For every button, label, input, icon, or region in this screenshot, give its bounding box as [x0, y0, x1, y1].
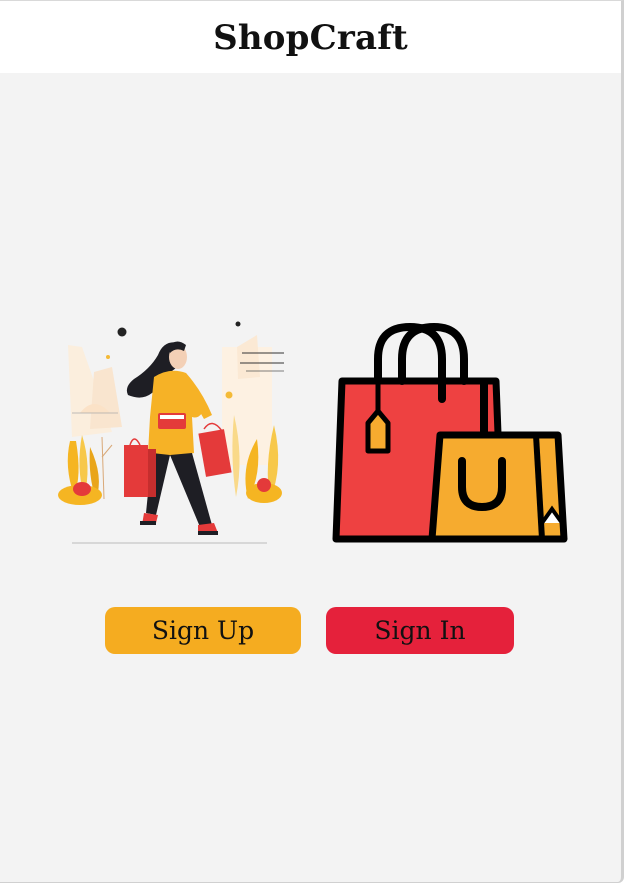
app-header: ShopCraft [0, 1, 621, 73]
woman-shopping-illustration [58, 321, 284, 544]
sign-in-button[interactable]: Sign In [326, 607, 514, 654]
sign-up-button[interactable]: Sign Up [105, 607, 301, 654]
app-title: ShopCraft [213, 18, 408, 58]
app-window: ShopCraft Sign Up Sign In [0, 0, 624, 883]
shopping-bags-icon [332, 322, 568, 543]
